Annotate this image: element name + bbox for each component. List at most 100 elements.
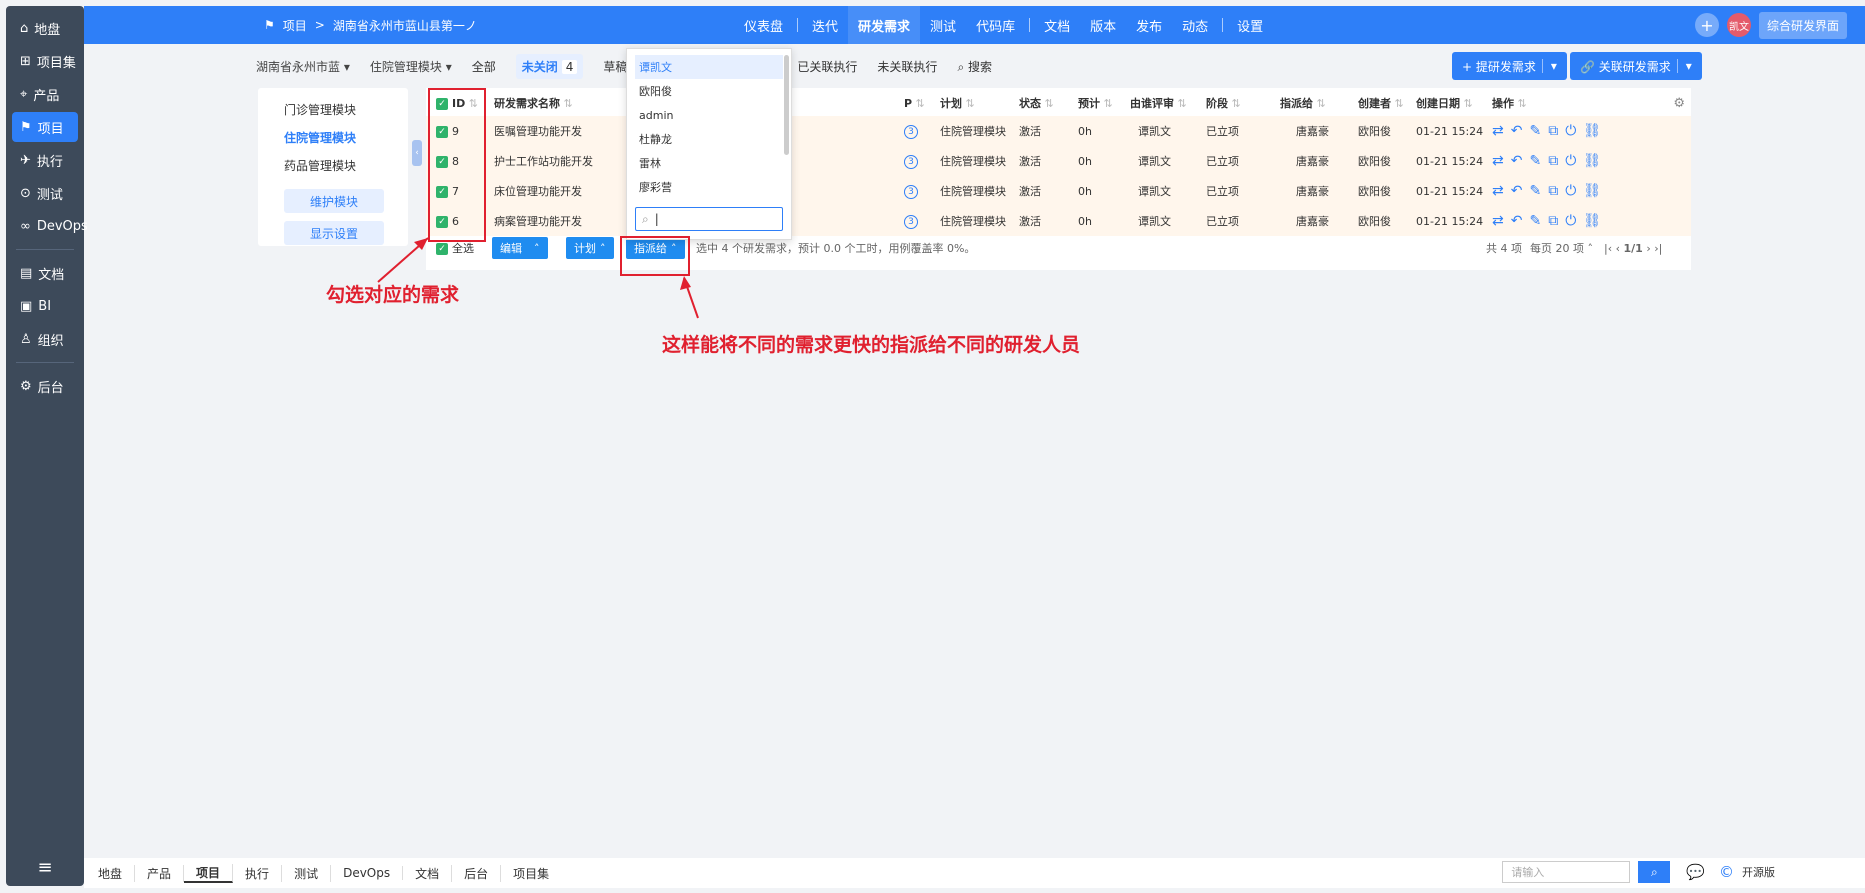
sidebar-item-program[interactable]: ⊞ 项目集	[12, 46, 78, 76]
chevron-down-icon[interactable]: ▾	[1541, 59, 1557, 73]
bottom-item-devops[interactable]: DevOps	[331, 866, 404, 880]
avatar[interactable]: 凯文	[1726, 13, 1751, 37]
col-plan[interactable]: 计划	[940, 95, 975, 111]
change-icon[interactable]: ⇄	[1492, 153, 1504, 169]
assign-search-input[interactable]: ⌕ |	[635, 207, 783, 231]
assign-option[interactable]: admin	[627, 103, 791, 127]
filter-all[interactable]: 全部	[472, 58, 496, 75]
tab-dynamic[interactable]: 动态	[1172, 16, 1218, 35]
bottom-item-product[interactable]: 产品	[135, 864, 185, 882]
change-icon[interactable]: ⇄	[1492, 213, 1504, 229]
edit-icon[interactable]: ✎	[1529, 123, 1541, 139]
chevron-up-icon[interactable]: ˄	[534, 242, 540, 255]
module-selector[interactable]: 住院管理模块 ▾	[370, 58, 452, 75]
batch-plan-button[interactable]: 计划 ˄	[566, 237, 614, 259]
search-toggle[interactable]: ⌕ 搜索	[957, 58, 992, 75]
split-icon[interactable]: ⧉	[1548, 183, 1558, 199]
col-reviewer[interactable]: 由谁评审	[1130, 95, 1187, 111]
sidebar-item-admin[interactable]: ⚙ 后台	[12, 371, 78, 401]
bottom-item-execution[interactable]: 执行	[233, 864, 283, 882]
tab-release[interactable]: 发布	[1126, 16, 1172, 35]
edit-icon[interactable]: ✎	[1529, 183, 1541, 199]
tab-build[interactable]: 版本	[1080, 16, 1126, 35]
switch-view-button[interactable]: 综合研发界面	[1758, 11, 1847, 39]
unlink-icon[interactable]: ⛓	[1583, 153, 1601, 169]
sidebar-item-product[interactable]: ⌖ 产品	[12, 79, 78, 109]
bottom-item-test[interactable]: 测试	[282, 864, 332, 882]
unlink-icon[interactable]: ⛓	[1583, 123, 1601, 139]
batch-edit-button[interactable]: 编辑 ˄	[492, 237, 548, 259]
col-creator[interactable]: 创建者	[1358, 95, 1404, 111]
maintain-module-button[interactable]: 维护模块	[284, 189, 384, 213]
tab-doc[interactable]: 文档	[1034, 16, 1080, 35]
scrollbar[interactable]	[784, 55, 789, 155]
create-story-button[interactable]: + 提研发需求 ▾	[1452, 52, 1567, 80]
breadcrumb-root[interactable]: 项目	[283, 17, 307, 34]
sidebar-item-test[interactable]: ⊙ 测试	[12, 178, 78, 208]
collapse-handle[interactable]: ‹	[412, 140, 422, 166]
close-icon[interactable]: ⏻	[1565, 213, 1576, 229]
change-icon[interactable]: ⇄	[1492, 123, 1504, 139]
col-status[interactable]: 状态	[1019, 95, 1054, 111]
tab-dashboard[interactable]: 仪表盘	[734, 16, 793, 35]
split-icon[interactable]: ⧉	[1548, 153, 1558, 169]
edit-icon[interactable]: ✎	[1529, 153, 1541, 169]
filter-unclosed[interactable]: 未关闭 4	[515, 53, 584, 79]
table-row[interactable]: ✓ 9 医嘱管理功能开发 3 住院管理模块 激活 0h 谭凯文 已立项 唐嘉豪 欧…	[426, 116, 1691, 146]
row-assigned[interactable]: 唐嘉豪	[1296, 213, 1329, 229]
per-page-selector[interactable]: 每页 20 项 ˄	[1530, 240, 1593, 256]
filter-unlinked[interactable]: 未关联执行	[877, 58, 937, 75]
module-item[interactable]: 药品管理模块	[258, 154, 408, 177]
tab-test[interactable]: 测试	[920, 16, 966, 35]
close-icon[interactable]: ⏻	[1565, 153, 1576, 169]
bottom-item-project[interactable]: 项目	[184, 863, 234, 883]
filter-linked[interactable]: 已关联执行	[797, 58, 857, 75]
row-name[interactable]: 医嘱管理功能开发	[494, 123, 582, 139]
undo-icon[interactable]: ↶	[1511, 123, 1523, 139]
sidebar-item-devops[interactable]: ∞ DevOps	[12, 211, 88, 241]
search-button[interactable]: ⌕	[1638, 861, 1671, 883]
col-date[interactable]: 创建日期	[1416, 95, 1473, 111]
sidebar-item-doc[interactable]: ▤ 文档	[12, 258, 78, 288]
display-settings-button[interactable]: 显示设置	[284, 221, 384, 245]
tab-story[interactable]: 研发需求	[848, 5, 921, 45]
table-row[interactable]: ✓ 7 床位管理功能开发 3 住院管理模块 激活 0h 谭凯文 已立项 唐嘉豪 欧…	[426, 176, 1691, 206]
close-icon[interactable]: ⏻	[1565, 123, 1576, 139]
tab-iteration[interactable]: 迭代	[802, 16, 848, 35]
project-selector[interactable]: 湖南省永州市蓝山县第一ノ	[333, 17, 477, 34]
region-selector[interactable]: 湖南省永州市蓝 ▾	[256, 58, 350, 75]
tab-repo[interactable]: 代码库	[966, 16, 1025, 35]
tab-settings[interactable]: 设置	[1227, 16, 1273, 35]
col-name[interactable]: 研发需求名称	[494, 95, 573, 111]
bottom-item-my[interactable]: 地盘	[86, 864, 136, 882]
chevron-down-icon[interactable]: ▾	[1676, 59, 1692, 73]
row-assigned[interactable]: 唐嘉豪	[1296, 153, 1329, 169]
sidebar-item-bi[interactable]: ▣ BI	[12, 291, 78, 321]
select-all[interactable]: ✓ 全选	[436, 240, 474, 256]
split-icon[interactable]: ⧉	[1548, 213, 1558, 229]
row-name[interactable]: 床位管理功能开发	[494, 183, 582, 199]
change-icon[interactable]: ⇄	[1492, 183, 1504, 199]
unlink-icon[interactable]: ⛓	[1583, 213, 1601, 229]
filter-draft[interactable]: 草稿	[603, 58, 627, 75]
col-stage[interactable]: 阶段	[1206, 95, 1241, 111]
row-assigned[interactable]: 唐嘉豪	[1296, 123, 1329, 139]
sidebar-item-execution[interactable]: ✈ 执行	[12, 145, 78, 175]
edit-icon[interactable]: ✎	[1529, 213, 1541, 229]
add-icon[interactable]: +	[1694, 13, 1719, 37]
sidebar-item-project[interactable]: ⚑ 项目	[12, 112, 78, 142]
table-row[interactable]: ✓ 8 护士工作站功能开发 3 住院管理模块 激活 0h 谭凯文 已立项 唐嘉豪 …	[426, 146, 1691, 176]
menu-toggle-icon[interactable]: ≡	[6, 857, 84, 878]
sidebar-item-my[interactable]: ⌂ 地盘	[12, 13, 78, 43]
module-item[interactable]: 门诊管理模块	[258, 98, 408, 121]
split-icon[interactable]: ⧉	[1548, 123, 1558, 139]
pager[interactable]: |‹ ‹ 1/1 › ›|	[1604, 242, 1662, 255]
row-assigned[interactable]: 唐嘉豪	[1296, 183, 1329, 199]
assign-option[interactable]: 欧阳俊	[627, 79, 791, 103]
row-name[interactable]: 护士工作站功能开发	[494, 153, 593, 169]
row-name[interactable]: 病案管理功能开发	[494, 213, 582, 229]
gear-icon[interactable]: ⚙	[1673, 96, 1685, 111]
undo-icon[interactable]: ↶	[1511, 183, 1523, 199]
global-search-input[interactable]: 请输入	[1502, 861, 1631, 883]
col-estimate[interactable]: 预计	[1078, 95, 1113, 111]
